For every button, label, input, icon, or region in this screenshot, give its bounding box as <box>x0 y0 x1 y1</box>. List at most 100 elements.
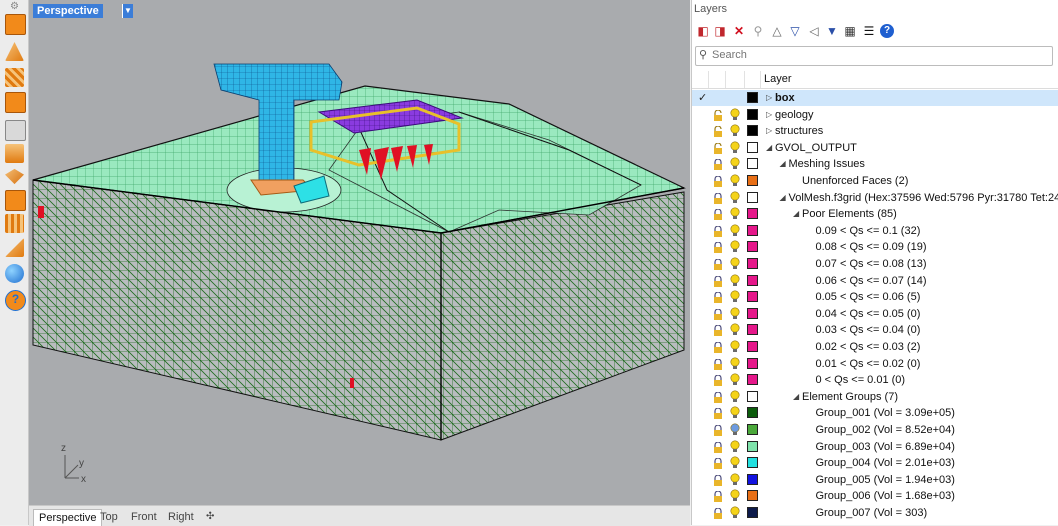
visibility-bulb-icon[interactable] <box>729 489 743 503</box>
table-icon[interactable]: ▦ <box>843 24 857 38</box>
perspective-viewport[interactable]: z y x Perspective ▼ <box>29 0 690 505</box>
layer-row[interactable]: Unenforced Faces (2) <box>692 173 1058 189</box>
lock-icon[interactable] <box>713 325 722 334</box>
lock-icon[interactable] <box>713 143 722 152</box>
visibility-bulb-icon[interactable] <box>729 340 743 354</box>
visibility-bulb-icon[interactable] <box>729 240 743 254</box>
lock-icon[interactable] <box>713 392 722 401</box>
filter-icon[interactable]: ▼ <box>825 24 839 38</box>
layer-row[interactable]: ◢Poor Elements (85) <box>692 206 1058 222</box>
tab-front[interactable]: Front <box>126 509 162 525</box>
layer-row[interactable]: ▷structures <box>692 123 1058 139</box>
help-icon[interactable]: ? <box>5 290 26 311</box>
visibility-bulb-icon[interactable] <box>729 357 743 371</box>
visibility-bulb-icon[interactable] <box>729 274 743 288</box>
layer-lock-icon[interactable]: ⚲ <box>751 24 765 38</box>
layer-row[interactable]: 0.04 < Qs <= 0.05 (0) <box>692 306 1058 322</box>
layer-color-swatch[interactable] <box>747 507 758 518</box>
move-down-icon[interactable]: ▽ <box>788 24 802 38</box>
layer-row[interactable]: ◢VolMesh.f3grid (Hex:37596 Wed:5796 Pyr:… <box>692 190 1058 206</box>
lock-icon[interactable] <box>713 359 722 368</box>
layers-stack-icon[interactable] <box>5 144 24 163</box>
layer-row[interactable]: 0.02 < Qs <= 0.03 (2) <box>692 339 1058 355</box>
layer-color-swatch[interactable] <box>747 125 758 136</box>
layer-color-swatch[interactable] <box>747 407 758 418</box>
visibility-bulb-icon[interactable] <box>729 406 743 420</box>
layer-color-swatch[interactable] <box>747 275 758 286</box>
layer-color-swatch[interactable] <box>747 158 758 169</box>
visibility-bulb-icon[interactable] <box>729 307 743 321</box>
layer-row[interactable]: 0.07 < Qs <= 0.08 (13) <box>692 256 1058 272</box>
filter-left-icon[interactable]: ◁ <box>807 24 821 38</box>
layer-color-swatch[interactable] <box>747 308 758 319</box>
lock-icon[interactable] <box>713 342 722 351</box>
lock-icon[interactable] <box>713 159 722 168</box>
layer-color-swatch[interactable] <box>747 92 758 103</box>
lock-icon[interactable] <box>713 491 722 500</box>
collapse-icon[interactable]: ◢ <box>780 157 786 171</box>
layer-row[interactable]: 0.01 < Qs <= 0.02 (0) <box>692 356 1058 372</box>
delete-icon[interactable]: ✕ <box>732 24 746 38</box>
new-layer-icon[interactable]: ◧ <box>696 24 710 38</box>
layer-row[interactable]: ◢GVOL_OUTPUT <box>692 140 1058 156</box>
layer-color-swatch[interactable] <box>747 291 758 302</box>
visibility-bulb-icon[interactable] <box>729 506 743 520</box>
visibility-bulb-icon[interactable] <box>729 390 743 404</box>
layer-row[interactable]: Group_006 (Vol = 1.68e+03) <box>692 488 1058 504</box>
box-icon[interactable] <box>5 14 26 35</box>
layer-color-swatch[interactable] <box>747 225 758 236</box>
expand-icon[interactable]: ▷ <box>766 124 772 138</box>
layer-row[interactable]: ◢Meshing Issues <box>692 156 1058 172</box>
visibility-bulb-icon[interactable] <box>729 191 743 205</box>
surface-icon[interactable] <box>5 68 24 87</box>
visibility-bulb-icon[interactable] <box>729 141 743 155</box>
visibility-bulb-icon[interactable] <box>729 440 743 454</box>
expand-icon[interactable]: ▷ <box>766 108 772 122</box>
lock-icon[interactable] <box>713 425 722 434</box>
layer-row[interactable]: 0.08 < Qs <= 0.09 (19) <box>692 239 1058 255</box>
expand-icon[interactable]: ▷ <box>766 91 772 105</box>
visibility-bulb-icon[interactable] <box>729 257 743 271</box>
lock-icon[interactable] <box>713 259 722 268</box>
layer-row[interactable]: 0.09 < Qs <= 0.1 (32) <box>692 223 1058 239</box>
lock-icon[interactable] <box>713 442 722 451</box>
visibility-bulb-icon[interactable] <box>729 174 743 188</box>
lock-icon[interactable] <box>713 193 722 202</box>
layer-color-swatch[interactable] <box>747 324 758 335</box>
layer-row[interactable]: 0.06 < Qs <= 0.07 (14) <box>692 273 1058 289</box>
layer-color-swatch[interactable] <box>747 109 758 120</box>
viewport-menu-arrow-icon[interactable]: ▼ <box>122 4 133 18</box>
layer-color-swatch[interactable] <box>747 258 758 269</box>
layer-row[interactable]: Group_001 (Vol = 3.09e+05) <box>692 405 1058 421</box>
viewport-title[interactable]: Perspective <box>33 4 103 18</box>
tab-right[interactable]: Right <box>163 509 199 525</box>
layer-color-swatch[interactable] <box>747 208 758 219</box>
lock-icon[interactable] <box>713 508 722 517</box>
lock-icon[interactable] <box>713 176 722 185</box>
layer-row[interactable]: Group_003 (Vol = 6.89e+04) <box>692 439 1058 455</box>
add-tab-icon[interactable]: ✣ <box>201 509 219 525</box>
visibility-bulb-icon[interactable] <box>729 456 743 470</box>
spheres-icon[interactable] <box>5 264 24 283</box>
visibility-bulb-icon[interactable] <box>729 108 743 122</box>
layer-color-swatch[interactable] <box>747 358 758 369</box>
visibility-bulb-icon[interactable] <box>729 207 743 221</box>
layer-row[interactable]: ▷geology <box>692 107 1058 123</box>
lock-icon[interactable] <box>713 242 722 251</box>
lock-icon[interactable] <box>713 408 722 417</box>
lock-icon[interactable] <box>713 292 722 301</box>
visibility-bulb-icon[interactable] <box>729 224 743 238</box>
layer-row[interactable]: ✓▷box <box>692 90 1058 106</box>
layer-row[interactable]: 0.03 < Qs <= 0.04 (0) <box>692 322 1058 338</box>
layer-color-swatch[interactable] <box>747 175 758 186</box>
layer-row[interactable]: Group_002 (Vol = 8.52e+04) <box>692 422 1058 438</box>
lock-icon[interactable] <box>713 110 722 119</box>
layer-color-swatch[interactable] <box>747 391 758 402</box>
layer-row[interactable]: Group_007 (Vol = 303) <box>692 505 1058 521</box>
layer-row[interactable]: 0 < Qs <= 0.01 (0) <box>692 372 1058 388</box>
layer-color-swatch[interactable] <box>747 441 758 452</box>
layer-row[interactable]: Group_004 (Vol = 2.01e+03) <box>692 455 1058 471</box>
visibility-bulb-icon[interactable] <box>729 157 743 171</box>
help-icon[interactable]: ? <box>880 24 894 38</box>
collapse-icon[interactable]: ◢ <box>780 191 786 205</box>
